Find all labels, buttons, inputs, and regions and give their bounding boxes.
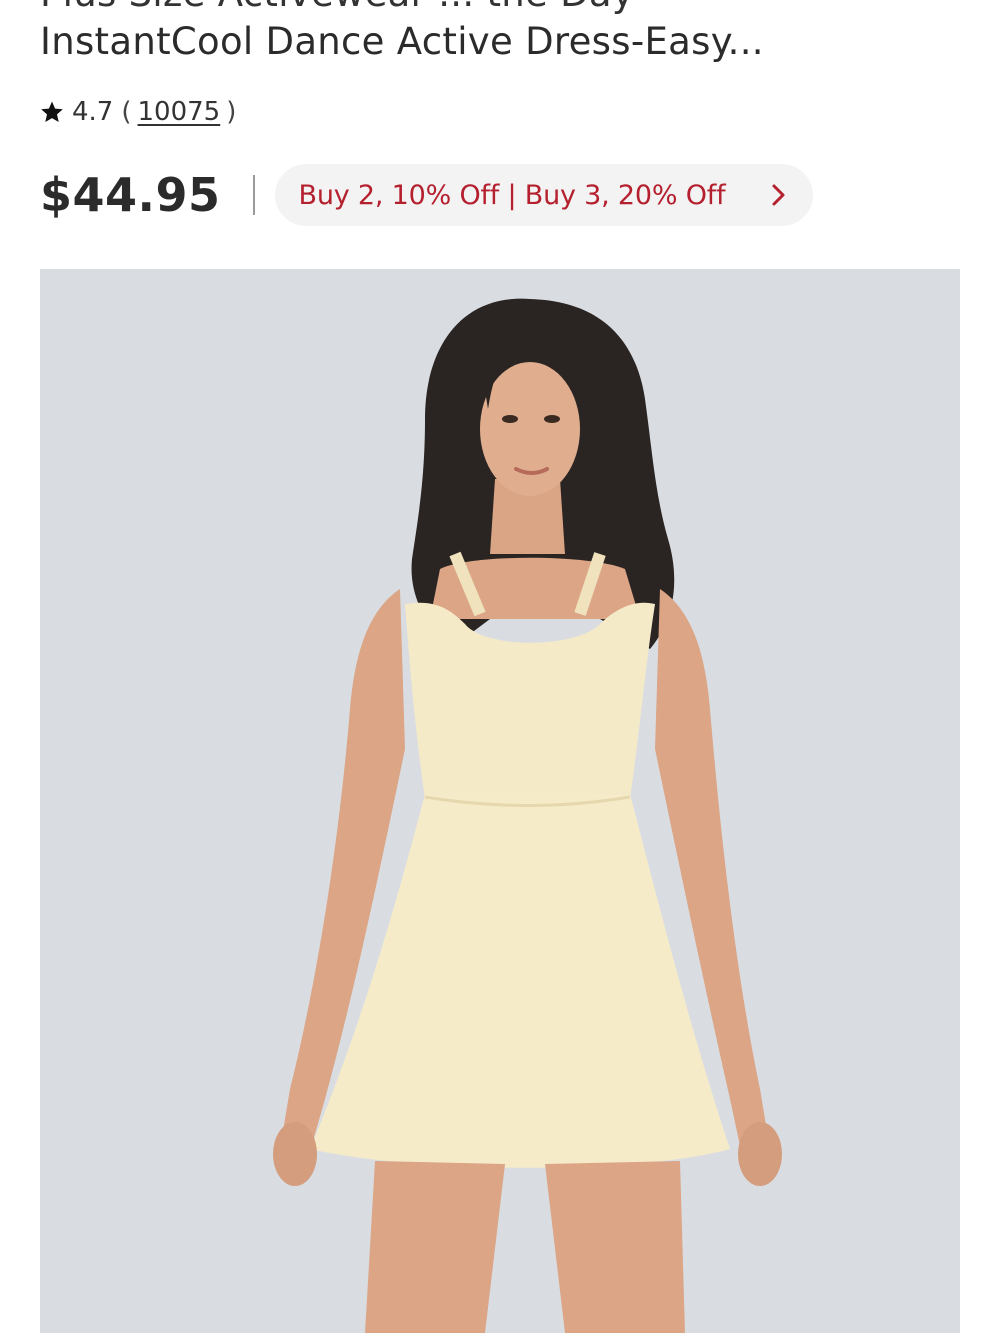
rating-value: 4.7 bbox=[72, 97, 114, 127]
promo-offer-text: Buy 2, 10% Off | Buy 3, 20% Off bbox=[298, 179, 726, 211]
product-title[interactable]: InstantCool Dance Active Dress-Easy... bbox=[40, 18, 764, 66]
price-row: $44.95 Buy 2, 10% Off | Buy 3, 20% Off bbox=[40, 164, 813, 226]
rating-paren-open: ( bbox=[121, 97, 132, 127]
review-count-link[interactable]: 10075 bbox=[138, 97, 221, 127]
rating-paren-close: ) bbox=[226, 97, 237, 127]
product-title-overflow-line: Plus Size Activewear ... the Day bbox=[40, 0, 634, 16]
price: $44.95 bbox=[40, 168, 221, 222]
product-photo-illustration bbox=[40, 269, 960, 1333]
product-image[interactable] bbox=[40, 269, 960, 1333]
chevron-right-icon bbox=[772, 184, 785, 206]
rating-row[interactable]: 4.7 ( 10075 ) bbox=[40, 94, 236, 130]
product-page: Plus Size Activewear ... the Day Instant… bbox=[0, 0, 1000, 1333]
promo-offer-button[interactable]: Buy 2, 10% Off | Buy 3, 20% Off bbox=[274, 164, 813, 226]
price-divider bbox=[252, 175, 255, 215]
star-icon bbox=[41, 101, 63, 122]
